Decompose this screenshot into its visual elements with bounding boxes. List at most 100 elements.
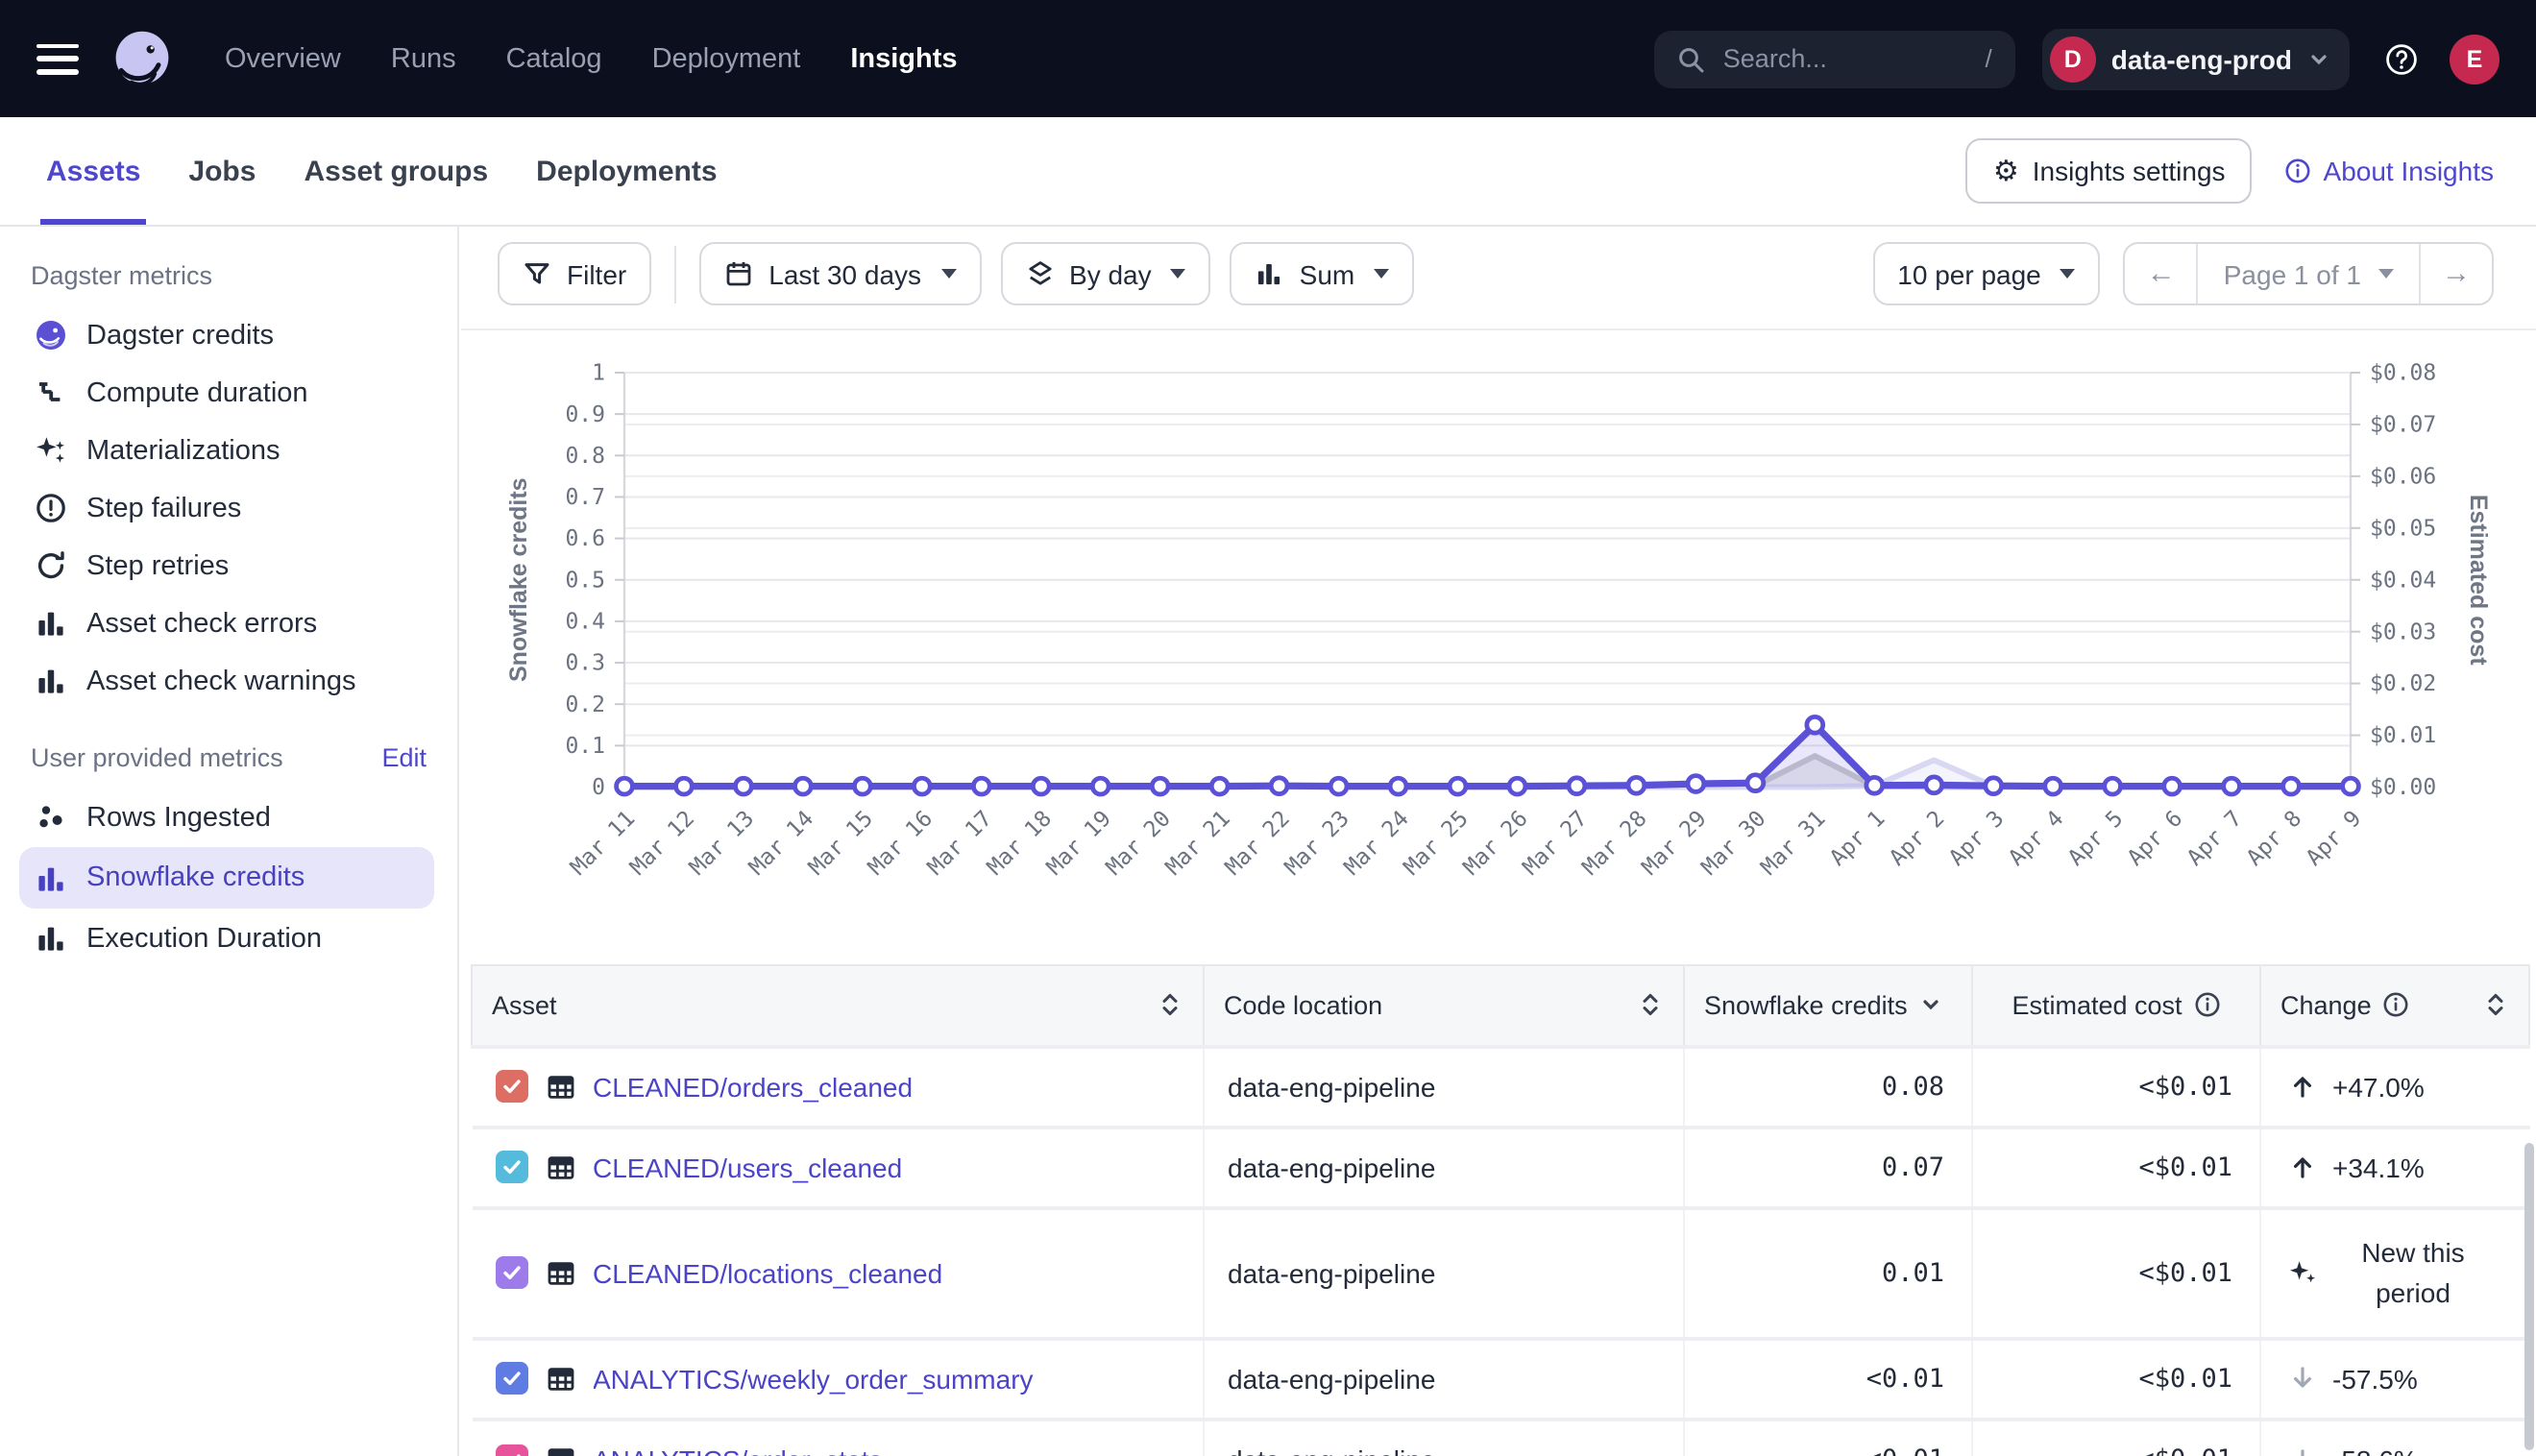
svg-text:Mar 23: Mar 23: [1280, 806, 1354, 880]
global-search[interactable]: /: [1654, 30, 2015, 87]
vertical-scrollbar[interactable]: [2524, 1143, 2534, 1450]
edit-metrics-link[interactable]: Edit: [381, 742, 427, 771]
bar-chart-icon: [35, 922, 67, 955]
prev-page-button[interactable]: ←: [2126, 244, 2197, 303]
nav-item-insights[interactable]: Insights: [850, 43, 957, 74]
asset-link[interactable]: ANALYTICS/weekly_order_summary: [593, 1363, 1034, 1394]
deployment-initial-badge: D: [2050, 36, 2096, 82]
caret-down-icon: [1374, 269, 1389, 279]
svg-text:Apr 4: Apr 4: [2004, 806, 2068, 870]
dagster-logo-icon: [35, 319, 67, 352]
column-header-snowflake-credits[interactable]: Snowflake credits: [1684, 965, 1972, 1046]
sidebar-item-materializations[interactable]: Materializations: [19, 423, 434, 478]
svg-text:Mar 15: Mar 15: [804, 806, 878, 880]
svg-text:$0.06: $0.06: [2370, 464, 2436, 489]
change-value: +47.0%: [2332, 1071, 2425, 1102]
info-icon[interactable]: [2383, 992, 2410, 1019]
toolbar-rule: [461, 328, 2536, 330]
svg-text:Apr 6: Apr 6: [2123, 806, 2187, 870]
sort-desc-icon[interactable]: [1919, 994, 1942, 1017]
nav-item-overview[interactable]: Overview: [225, 43, 341, 74]
svg-text:Mar 13: Mar 13: [685, 806, 759, 880]
column-header-change[interactable]: Change: [2260, 965, 2529, 1046]
row-checkbox[interactable]: [495, 1362, 527, 1395]
asset-link[interactable]: ANALYTICS/order_stats: [593, 1444, 882, 1456]
sidebar-item-asset-check-errors[interactable]: Asset check errors: [19, 595, 434, 651]
dagster-insights-app: OverviewRunsCatalogDeploymentInsights / …: [0, 0, 2536, 1456]
row-checkbox[interactable]: [495, 1070, 527, 1103]
check-icon: [500, 1076, 522, 1097]
deployment-switcher[interactable]: D data-eng-prod: [2042, 28, 2350, 89]
svg-text:Mar 25: Mar 25: [1400, 806, 1474, 880]
column-header-code-location[interactable]: Code location: [1204, 965, 1684, 1046]
insights-settings-button[interactable]: ⚙ Insights settings: [1966, 138, 2253, 204]
filter-button[interactable]: Filter: [498, 242, 651, 305]
tab-deployments[interactable]: Deployments: [536, 117, 717, 225]
about-insights-link[interactable]: About Insights: [2285, 156, 2494, 186]
sidebar-item-snowflake-credits[interactable]: Snowflake credits: [19, 847, 434, 909]
sidebar-item-compute-duration[interactable]: Compute duration: [19, 365, 434, 421]
estimated-cost-value: <$0.01: [1972, 1419, 2260, 1456]
hamburger-menu-icon[interactable]: [37, 43, 79, 74]
table-row-cleaned-users-cleaned: CLEANED/users_cleaneddata-eng-pipeline0.…: [472, 1127, 2529, 1207]
search-shortcut-hint: /: [1986, 44, 1992, 73]
svg-text:Mar 11: Mar 11: [566, 806, 640, 880]
search-input[interactable]: [1719, 42, 1970, 75]
nav-item-runs[interactable]: Runs: [391, 43, 456, 74]
snowflake-credits-value: 0.07: [1684, 1127, 1972, 1207]
svg-text:0.8: 0.8: [565, 444, 605, 469]
sidebar-item-step-retries[interactable]: Step retries: [19, 538, 434, 594]
asset-link[interactable]: CLEANED/users_cleaned: [593, 1152, 902, 1182]
group-by-dropdown[interactable]: By day: [1000, 242, 1211, 305]
tab-jobs[interactable]: Jobs: [188, 117, 256, 225]
sort-icon[interactable]: [2482, 992, 2509, 1019]
sort-icon[interactable]: [1637, 992, 1664, 1019]
svg-text:Mar 18: Mar 18: [983, 806, 1057, 880]
sidebar-item-rows-ingested[interactable]: Rows Ingested: [19, 789, 434, 845]
svg-text:Apr 1: Apr 1: [1825, 806, 1890, 870]
nav-item-catalog[interactable]: Catalog: [506, 43, 602, 74]
sidebar-item-dagster-credits[interactable]: Dagster credits: [19, 307, 434, 363]
row-checkbox[interactable]: [495, 1444, 527, 1456]
asset-link[interactable]: CLEANED/orders_cleaned: [593, 1071, 913, 1102]
column-label: Code location: [1224, 991, 1382, 1020]
check-icon: [500, 1156, 522, 1177]
per-page-dropdown[interactable]: 10 per page: [1872, 242, 2100, 305]
help-icon[interactable]: [2384, 41, 2419, 76]
svg-text:Apr 5: Apr 5: [2063, 806, 2128, 870]
retry-icon: [35, 549, 67, 582]
sidebar-item-step-failures[interactable]: Step failures: [19, 480, 434, 536]
sidebar-item-execution-duration[interactable]: Execution Duration: [19, 910, 434, 966]
next-page-button[interactable]: →: [2421, 244, 2492, 303]
nav-item-deployment[interactable]: Deployment: [652, 43, 801, 74]
svg-text:Mar 14: Mar 14: [744, 806, 818, 880]
asset-link[interactable]: CLEANED/locations_cleaned: [593, 1257, 942, 1288]
sidebar-item-label: Rows Ingested: [86, 802, 271, 833]
info-icon[interactable]: [2194, 992, 2221, 1019]
row-checkbox[interactable]: [495, 1151, 527, 1183]
svg-text:1: 1: [592, 361, 605, 386]
aggregate-dropdown[interactable]: Sum: [1231, 242, 1415, 305]
snowflake-credits-chart[interactable]: 00.10.20.30.40.50.60.70.80.91$0.00$0.01$…: [461, 346, 2536, 922]
column-header-asset[interactable]: Asset: [472, 965, 1204, 1046]
column-header-estimated-cost[interactable]: Estimated cost: [1972, 965, 2260, 1046]
svg-text:Apr 7: Apr 7: [2182, 806, 2247, 870]
page-indicator-dropdown[interactable]: Page 1 of 1: [2197, 244, 2421, 303]
sidebar-item-label: Snowflake credits: [86, 862, 305, 893]
tab-assets[interactable]: Assets: [46, 117, 140, 225]
check-icon: [500, 1262, 522, 1283]
insights-subnav: Assets Jobs Asset groups Deployments ⚙ Insi…: [0, 117, 2536, 227]
tab-asset-groups[interactable]: Asset groups: [304, 117, 488, 225]
snowflake-credits-value: 0.01: [1684, 1207, 1972, 1338]
user-avatar[interactable]: E: [2450, 34, 2499, 84]
trend-down-icon: [2288, 1364, 2317, 1393]
row-checkbox[interactable]: [495, 1256, 527, 1289]
dagster-logo[interactable]: [110, 26, 175, 91]
sidebar-item-asset-check-warnings[interactable]: Asset check warnings: [19, 653, 434, 709]
svg-text:Mar 16: Mar 16: [864, 806, 938, 880]
date-range-dropdown[interactable]: Last 30 days: [699, 242, 981, 305]
svg-text:Apr 9: Apr 9: [2302, 806, 2366, 870]
change-value: -57.5%: [2332, 1363, 2418, 1394]
sort-icon[interactable]: [1157, 992, 1183, 1019]
code-location: data-eng-pipeline: [1228, 1257, 1435, 1288]
